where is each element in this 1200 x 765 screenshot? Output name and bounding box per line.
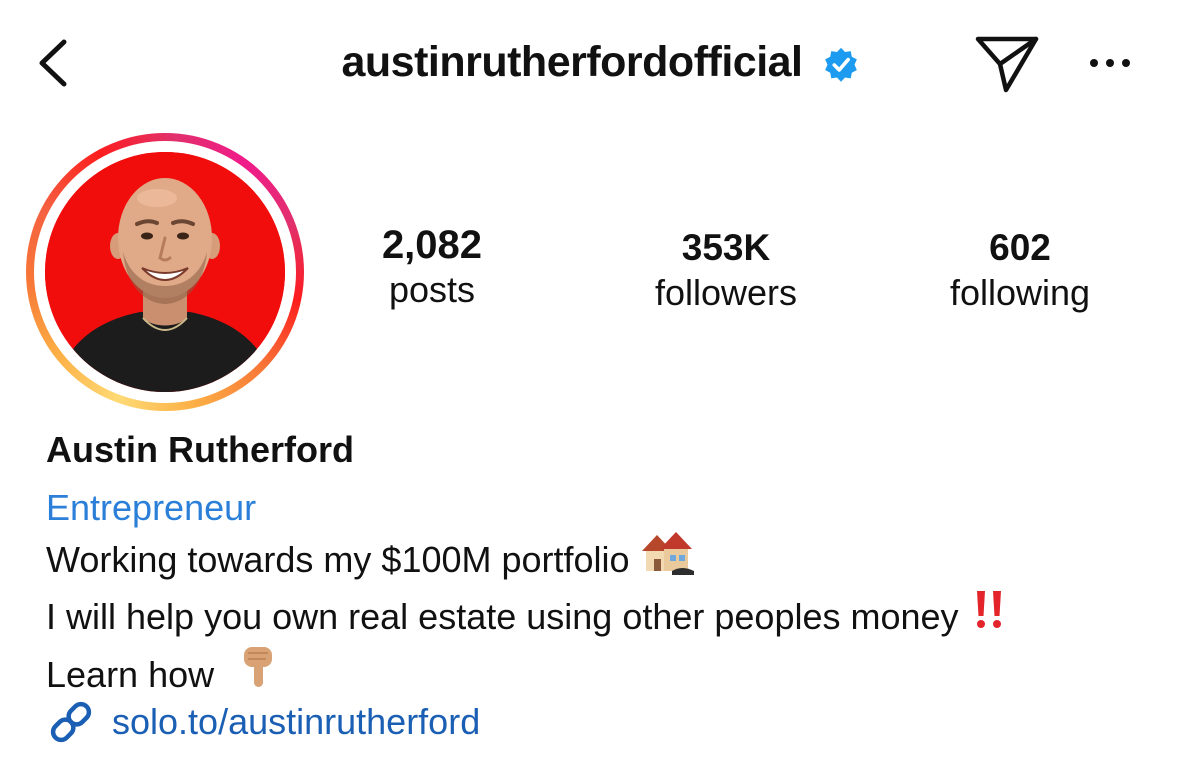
more-options-button[interactable] bbox=[1082, 45, 1138, 81]
following-count: 602 bbox=[989, 227, 1051, 268]
houses-emoji bbox=[641, 529, 694, 588]
link-url[interactable]: solo.to/austinrutherford bbox=[112, 701, 480, 743]
chevron-left-icon bbox=[39, 39, 67, 87]
stat-posts[interactable]: 2,082 posts bbox=[302, 222, 562, 312]
category-label[interactable]: Entrepreneur bbox=[46, 483, 1166, 533]
profile-link[interactable]: solo.to/austinrutherford bbox=[46, 696, 480, 748]
followers-label: followers bbox=[654, 272, 798, 313]
bio-line: I will help you own real estate using ot… bbox=[46, 591, 1166, 647]
bio-line: Working towards my $100M portfolio bbox=[46, 532, 1166, 592]
profile-header: austinrutherfordofficial bbox=[0, 0, 1200, 125]
profile-avatar-story-ring[interactable] bbox=[26, 133, 304, 411]
bio-text: Working towards my $100M portfolio bbox=[46, 539, 630, 581]
stat-followers[interactable]: 353K followers bbox=[596, 225, 856, 315]
stat-following[interactable]: 602 following bbox=[890, 225, 1150, 315]
link-icon bbox=[50, 701, 92, 743]
pointing-down-emoji bbox=[240, 643, 278, 704]
following-label: following bbox=[949, 272, 1091, 313]
double-exclamation-emoji bbox=[971, 588, 1007, 643]
more-horizontal-icon bbox=[1090, 59, 1130, 67]
send-message-button[interactable] bbox=[972, 33, 1042, 95]
paper-plane-icon bbox=[975, 36, 1039, 93]
profile-bio: Austin Rutherford Entrepreneur Working t… bbox=[46, 427, 1166, 708]
verified-badge-icon bbox=[824, 47, 857, 82]
followers-count: 353K bbox=[681, 227, 771, 268]
full-name: Austin Rutherford bbox=[46, 429, 354, 470]
back-button[interactable] bbox=[30, 38, 80, 88]
posts-label: posts bbox=[388, 269, 476, 310]
bio-text: Learn how bbox=[46, 654, 215, 696]
posts-count: 2,082 bbox=[381, 223, 483, 267]
profile-username[interactable]: austinrutherfordofficial bbox=[341, 38, 803, 87]
avatar bbox=[45, 152, 285, 392]
bio-text: I will help you own real estate using ot… bbox=[46, 596, 959, 638]
